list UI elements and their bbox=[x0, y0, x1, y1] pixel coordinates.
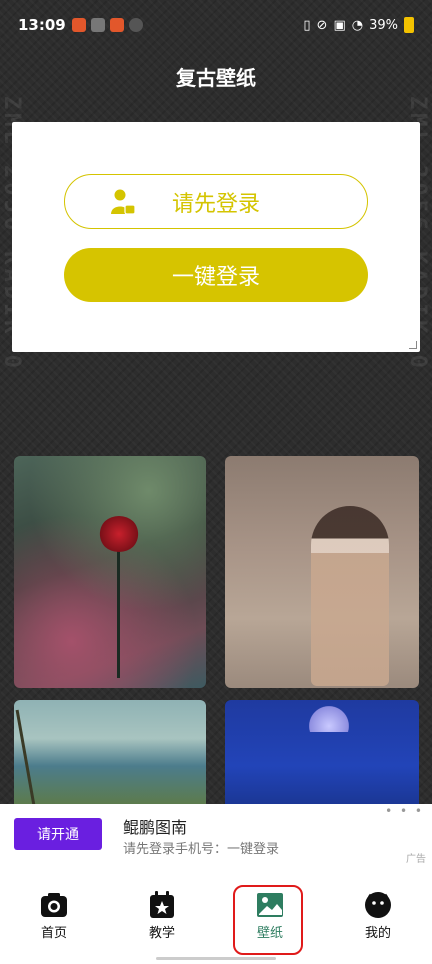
one-click-login-button[interactable]: 一键登录 bbox=[64, 248, 368, 302]
wallpaper-thumbnail[interactable] bbox=[14, 456, 206, 688]
nav-item-home[interactable]: 首页 bbox=[0, 866, 108, 964]
weibo-icon bbox=[109, 18, 124, 32]
ad-more-icon[interactable]: • • • bbox=[385, 804, 424, 818]
ad-open-button[interactable]: 请开通 bbox=[14, 818, 102, 850]
bottom-nav: 首页 教学 壁纸 我的 bbox=[0, 866, 432, 964]
status-bar: 13:09 ▯ ⊘ ▣ ◔ 39% bbox=[0, 0, 432, 50]
rose bbox=[99, 516, 139, 552]
ad-banner[interactable]: • • • 请开通 鲲鹏图南 请先登录手机号：一键登录 广告 bbox=[0, 804, 432, 866]
face-icon bbox=[365, 892, 391, 918]
ad-subtitle: 请先登录手机号：一键登录 bbox=[123, 842, 280, 857]
palm-tree bbox=[15, 703, 73, 809]
selection-highlight bbox=[233, 885, 303, 955]
nav-label-mine: 我的 bbox=[364, 926, 391, 941]
sim-icon: ▣ bbox=[333, 17, 346, 33]
status-right: ▯ ⊘ ▣ ◔ 39% bbox=[303, 17, 414, 33]
app-notification-icon bbox=[71, 18, 86, 32]
login-prompt-label: 请先登录 bbox=[171, 191, 260, 217]
nav-item-mine[interactable]: 我的 bbox=[324, 866, 432, 964]
vibrate-icon: ▯ bbox=[303, 17, 311, 33]
camera-icon bbox=[41, 893, 67, 917]
battery-percent: 39% bbox=[369, 17, 398, 33]
resize-grip bbox=[409, 341, 417, 349]
login-prompt-button[interactable]: 请先登录 bbox=[64, 174, 368, 229]
wallpaper-thumbnail[interactable] bbox=[225, 456, 419, 688]
moon bbox=[307, 702, 351, 732]
status-time: 13:09 bbox=[18, 16, 66, 34]
home-indicator[interactable] bbox=[156, 957, 276, 960]
calendar-star-icon bbox=[150, 891, 174, 918]
wallpaper-thumbnail[interactable] bbox=[14, 700, 206, 810]
sync-icon bbox=[128, 18, 143, 32]
nav-label-home: 首页 bbox=[40, 926, 67, 941]
nav-label-tutorial: 教学 bbox=[148, 926, 175, 941]
nav-item-tutorial[interactable]: 教学 bbox=[108, 866, 216, 964]
page-title: 复古壁纸 bbox=[176, 66, 256, 90]
mute-icon: ⊘ bbox=[316, 17, 328, 33]
woman-figure bbox=[311, 506, 389, 686]
wallpaper-thumbnail[interactable] bbox=[225, 700, 419, 810]
login-card: 请先登录 一键登录 bbox=[12, 122, 420, 352]
battery-icon bbox=[404, 17, 414, 33]
wifi-icon: ◔ bbox=[351, 17, 364, 33]
rose-stem bbox=[117, 548, 120, 678]
ad-tag: 广告 bbox=[406, 854, 426, 865]
ad-title: 鲲鹏图南 bbox=[123, 818, 188, 837]
app-notification-icon bbox=[90, 18, 105, 32]
